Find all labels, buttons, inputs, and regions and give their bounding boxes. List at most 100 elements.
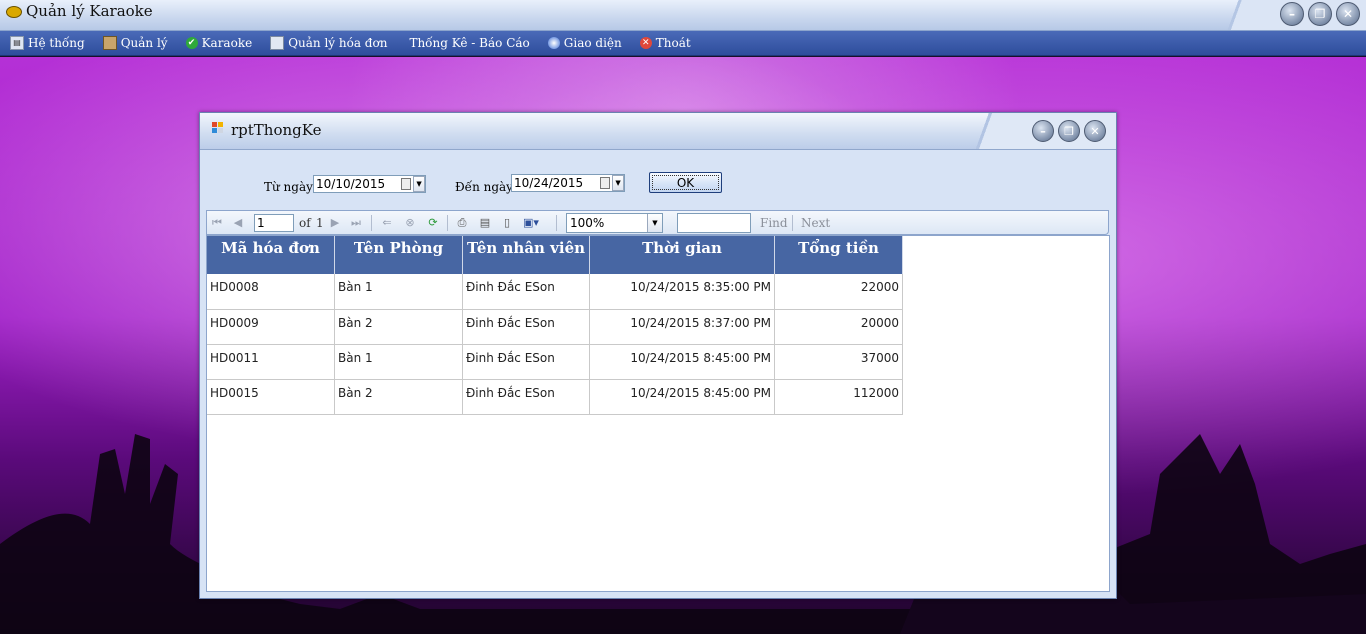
menu-quan-ly[interactable]: Quản lý — [102, 36, 168, 50]
menu-label: Karaoke — [201, 36, 253, 50]
room-name-cell: Bàn 1 — [334, 274, 463, 310]
zoom-select[interactable]: 100% ▼ — [566, 213, 663, 233]
menu-thoat[interactable]: ✕ Thoát — [639, 36, 691, 50]
last-page-icon[interactable]: ⏭ — [349, 216, 363, 230]
restore-button[interactable]: ❐ — [1308, 2, 1332, 26]
table-row: HD0015 Bàn 2 Đinh Đắc ESon 10/24/2015 8:… — [207, 379, 903, 415]
report-content: Mã hóa đơn Tên Phòng Tên nhân viên Thời … — [206, 235, 1110, 592]
maximize-button[interactable]: ❐ — [1058, 120, 1080, 142]
chevron-down-icon: ▼ — [647, 214, 662, 232]
from-date-value: 10/10/2015 — [316, 177, 386, 191]
from-date-dropdown[interactable]: ▼ — [401, 176, 425, 192]
invoice-icon — [270, 36, 285, 50]
table-row: HD0008 Bàn 1 Đinh Đắc ESon 10/24/2015 8:… — [207, 274, 903, 310]
stop-icon[interactable]: ⊗ — [403, 216, 417, 230]
menu-label: Hệ thống — [28, 36, 85, 50]
menu-karaoke[interactable]: ✔ Karaoke — [185, 36, 253, 50]
staff-name-cell: Đinh Đắc ESon — [462, 379, 590, 415]
close-button[interactable]: ✕ — [1336, 2, 1360, 26]
staff-name-cell: Đinh Đắc ESon — [462, 309, 590, 345]
menu-label: Thống Kê - Báo Cáo — [409, 36, 530, 50]
time-cell: 10/24/2015 8:45:00 PM — [589, 379, 775, 415]
menu-label: Giao diện — [563, 36, 622, 50]
previous-page-icon[interactable]: ◀ — [231, 216, 245, 230]
invoice-id-cell: HD0008 — [207, 274, 335, 310]
print-layout-icon[interactable]: ▤ — [478, 216, 492, 230]
invoice-id-cell: HD0011 — [207, 344, 335, 380]
menu-thong-ke-bao-cao[interactable]: Thống Kê - Báo Cáo — [409, 36, 529, 50]
invoice-table: Mã hóa đơn Tên Phòng Tên nhân viên Thời … — [207, 236, 903, 415]
to-date-picker[interactable]: 10/24/2015 ▼ — [511, 174, 625, 192]
column-header: Tên nhân viên — [462, 236, 590, 274]
report-window-controls: – ❐ ✕ — [1032, 120, 1106, 142]
invoice-id-cell: HD0015 — [207, 379, 335, 415]
minimize-button[interactable]: – — [1032, 120, 1054, 142]
column-header: Tổng tiền — [774, 236, 903, 274]
print-icon[interactable]: ⎙ — [455, 216, 469, 230]
time-cell: 10/24/2015 8:45:00 PM — [589, 344, 775, 380]
calendar-icon — [600, 177, 611, 189]
report-window-title-bar: rptThongKe – ❐ ✕ — [200, 113, 1116, 150]
table-header-row: Mã hóa đơn Tên Phòng Tên nhân viên Thời … — [207, 236, 903, 274]
to-date-label: Đến ngày — [455, 180, 513, 194]
ok-button[interactable]: OK — [649, 172, 722, 193]
to-date-dropdown[interactable]: ▼ — [600, 175, 624, 191]
report-icon — [212, 122, 223, 133]
column-header: Mã hóa đơn — [207, 236, 335, 274]
chevron-down-icon: ▼ — [612, 175, 624, 191]
zoom-value: 100% — [570, 216, 605, 230]
minimize-button[interactable]: – — [1280, 2, 1304, 26]
next-page-icon[interactable]: ▶ — [328, 216, 342, 230]
room-name-cell: Bàn 1 — [334, 344, 463, 380]
table-row: HD0009 Bàn 2 Đinh Đắc ESon 10/24/2015 8:… — [207, 309, 903, 345]
back-icon[interactable]: ⇐ — [380, 216, 394, 230]
exit-icon: ✕ — [639, 37, 652, 49]
total-cell: 20000 — [774, 309, 903, 345]
report-window: rptThongKe – ❐ ✕ Từ ngày 10/10/2015 ▼ Đế… — [199, 112, 1117, 599]
menu-he-thong[interactable]: ▤ Hệ thống — [10, 36, 85, 50]
staff-name-cell: Đinh Đắc ESon — [462, 344, 590, 380]
chevron-down-icon: ▼ — [413, 176, 425, 192]
table-row: HD0011 Bàn 1 Đinh Đắc ESon 10/24/2015 8:… — [207, 344, 903, 380]
report-window-title: rptThongKe — [231, 121, 322, 139]
menu-bar: ▤ Hệ thống Quản lý ✔ Karaoke Quản lý hóa… — [0, 31, 1366, 56]
next-link[interactable]: Next — [801, 216, 830, 230]
to-date-value: 10/24/2015 — [514, 176, 584, 190]
system-icon: ▤ — [10, 36, 24, 50]
check-icon: ✔ — [185, 37, 198, 49]
total-cell: 37000 — [774, 344, 903, 380]
page-number-input[interactable]: 1 — [254, 214, 294, 232]
menu-quan-ly-hoa-don[interactable]: Quản lý hóa đơn — [270, 36, 387, 50]
time-cell: 10/24/2015 8:37:00 PM — [589, 309, 775, 345]
total-cell: 22000 — [774, 274, 903, 310]
toolbar-separator — [556, 215, 557, 231]
column-header: Thời gian — [589, 236, 775, 274]
time-cell: 10/24/2015 8:35:00 PM — [589, 274, 775, 310]
first-page-icon[interactable]: ⏮ — [210, 216, 224, 230]
toolbar-separator — [371, 215, 372, 231]
find-link[interactable]: Find — [760, 216, 788, 230]
refresh-icon[interactable]: ⟳ — [426, 216, 440, 230]
report-toolbar: ⏮ ◀ 1 of 1 ▶ ⏭ ⇐ ⊗ ⟳ ⎙ ▤ ▯ ▣▾ 100% ▼ Fin… — [206, 210, 1109, 235]
room-name-cell: Bàn 2 — [334, 379, 463, 415]
export-icon[interactable]: ▣▾ — [523, 216, 539, 230]
app-icon — [6, 6, 22, 18]
menu-label: Quản lý — [120, 36, 168, 50]
close-button[interactable]: ✕ — [1084, 120, 1106, 142]
main-window-controls: – ❐ ✕ — [1280, 2, 1360, 26]
calendar-icon — [401, 178, 412, 190]
staff-name-cell: Đinh Đắc ESon — [462, 274, 590, 310]
room-name-cell: Bàn 2 — [334, 309, 463, 345]
total-pages: 1 — [316, 216, 324, 230]
menu-giao-dien[interactable]: Giao diện — [547, 36, 622, 50]
invoice-id-cell: HD0009 — [207, 309, 335, 345]
find-input[interactable] — [677, 213, 751, 233]
menu-label: Thoát — [655, 36, 691, 50]
column-header: Tên Phòng — [334, 236, 463, 274]
from-date-picker[interactable]: 10/10/2015 ▼ — [313, 175, 426, 193]
from-date-label: Từ ngày — [264, 180, 313, 194]
page-setup-icon[interactable]: ▯ — [500, 216, 514, 230]
total-cell: 112000 — [774, 379, 903, 415]
app-title: Quản lý Karaoke — [26, 2, 153, 20]
of-label: of — [299, 216, 311, 230]
